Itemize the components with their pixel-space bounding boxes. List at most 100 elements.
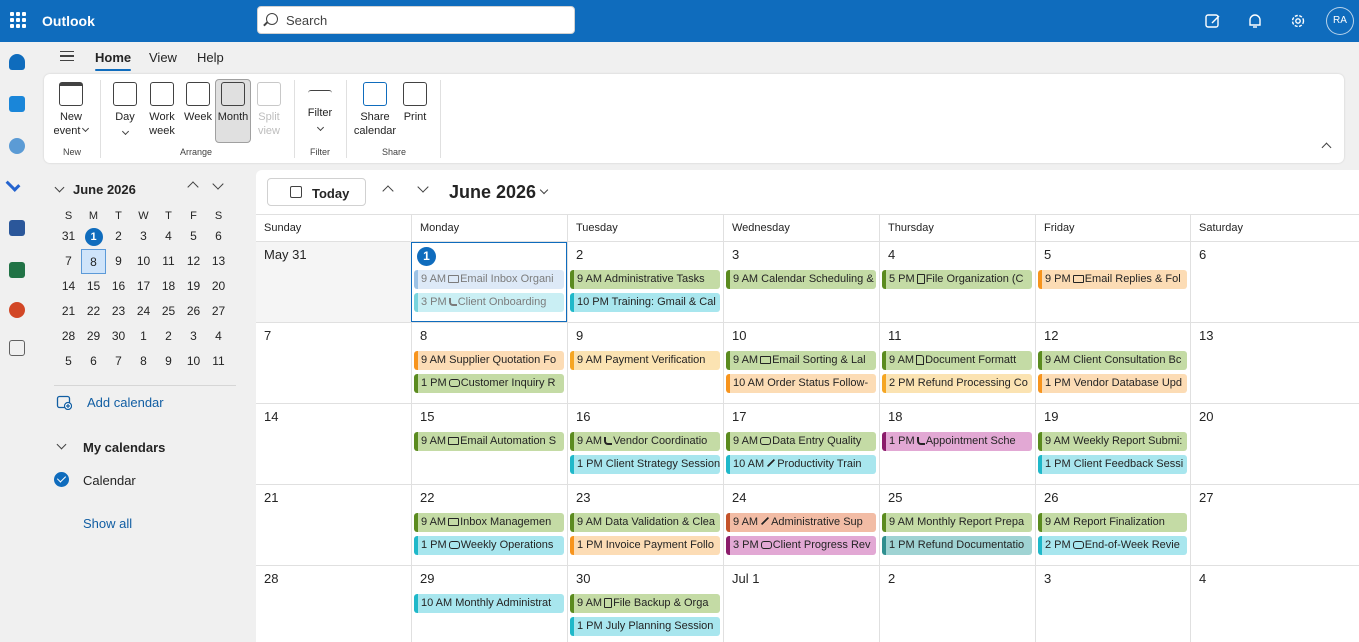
calendar-event[interactable]: 1 PM Weekly Operations <box>414 536 564 555</box>
mini-prev-month-icon[interactable] <box>187 181 199 193</box>
day-cell[interactable]: 21 <box>256 485 411 565</box>
day-cell[interactable]: 2 9 AM Administrative Tasks 10 PM Training… <box>567 242 723 322</box>
gear-icon[interactable] <box>1288 11 1308 31</box>
day-cell[interactable]: 23 9 AM Data Validation & Clea 1 PM Invoic… <box>567 485 723 565</box>
chevron-down-icon[interactable] <box>56 439 67 450</box>
day-cell[interactable]: 15 9 AM Email Automation S <box>411 404 567 484</box>
calendar-event[interactable]: 1 PM Vendor Database Upd <box>1038 374 1187 393</box>
day-cell[interactable]: 11 9 AM Document Formatt 2 PM Refund Proces… <box>879 323 1035 403</box>
mini-day[interactable]: 10 <box>131 249 156 274</box>
tab-help[interactable]: Help <box>197 50 224 65</box>
people-app-icon[interactable] <box>9 138 25 154</box>
day-cell[interactable]: Jul 1 <box>723 566 879 642</box>
calendar-event[interactable]: 9 AM Email Automation S <box>414 432 564 451</box>
day-cell[interactable]: 4 5 PM File Organization (C <box>879 242 1035 322</box>
mini-day[interactable]: 23 <box>106 299 131 324</box>
mini-day[interactable]: 3 <box>181 324 206 349</box>
calendar-event[interactable]: 9 AM Email Sorting & Lal <box>726 351 876 370</box>
day-cell[interactable]: 22 9 AM Inbox Managemen 1 PM Weekly Operatio… <box>411 485 567 565</box>
calendar-event[interactable]: 2 PM Refund Processing Co <box>882 374 1032 393</box>
calendar-event[interactable]: 10 AM Monthly Administrat <box>414 594 564 613</box>
day-cell[interactable]: 18 1 PM Appointment Sche <box>879 404 1035 484</box>
calendar-event[interactable]: 9 AM Administrative Sup <box>726 513 876 532</box>
day-cell[interactable]: 2 <box>879 566 1035 642</box>
calendar-item-label[interactable]: Calendar <box>83 473 136 488</box>
calendar-event[interactable]: 1 PM Appointment Sche <box>882 432 1032 451</box>
filter-button[interactable]: Filter <box>304 80 336 134</box>
my-calendars-heading[interactable]: My calendars <box>83 440 165 455</box>
calendar-event[interactable]: 2 PM End-of-Week Revie <box>1038 536 1187 555</box>
day-cell[interactable]: 7 <box>256 323 411 403</box>
mini-day[interactable]: 19 <box>181 274 206 299</box>
day-view-button[interactable]: Day <box>110 80 140 138</box>
calendar-event[interactable]: 1 PM Client Strategy Session <box>570 455 720 474</box>
mini-day[interactable]: 15 <box>81 274 106 299</box>
calendar-event[interactable]: 9 AM File Backup & Orga <box>570 594 720 613</box>
day-cell[interactable]: 26 9 AM Report Finalization 2 PM End-of-Wee… <box>1035 485 1190 565</box>
calendar-event[interactable]: 9 AM Calendar Scheduling & <box>726 270 876 289</box>
mini-day[interactable]: 26 <box>181 299 206 324</box>
mini-day[interactable]: 18 <box>156 274 181 299</box>
mini-day[interactable]: 11 <box>206 349 231 374</box>
day-cell[interactable]: 29 10 AM Monthly Administrat <box>411 566 567 642</box>
calendar-event[interactable]: 1 PM Client Feedback Sessi <box>1038 455 1187 474</box>
new-event-button[interactable]: New event <box>52 80 90 138</box>
mini-day[interactable]: 7 <box>106 349 131 374</box>
calendar-event[interactable]: 9 AM Data Entry Quality <box>726 432 876 451</box>
calendar-event[interactable]: 9 AM Supplier Quotation Fo <box>414 351 564 370</box>
collapse-ribbon-icon[interactable] <box>1321 142 1332 153</box>
app-launcher-icon[interactable] <box>10 12 26 28</box>
calendar-event[interactable]: 10 AM Productivity Train <box>726 455 876 474</box>
day-cell[interactable]: 12 9 AM Client Consultation Bc 1 PM Vendor… <box>1035 323 1190 403</box>
calendar-event[interactable]: 5 PM File Organization (C <box>882 270 1032 289</box>
day-cell[interactable]: 89 AM Supplier Quotation Fo 1 PM Customer … <box>411 323 567 403</box>
mini-day[interactable]: 6 <box>81 349 106 374</box>
share-calendar-button[interactable]: Share calendar <box>352 80 398 138</box>
add-calendar-link[interactable]: Add calendar <box>87 395 164 410</box>
day-cell[interactable]: 30 9 AM File Backup & Orga 1 PM July Planni… <box>567 566 723 642</box>
calendar-event[interactable]: 9 AM Weekly Report Submi: <box>1038 432 1187 451</box>
mini-day[interactable]: 1 <box>81 224 106 249</box>
mini-day[interactable]: 20 <box>206 274 231 299</box>
mini-next-month-icon[interactable] <box>212 178 224 190</box>
calendar-event[interactable]: 9 AM Monthly Report Prepa <box>882 513 1032 532</box>
day-cell[interactable]: 6 <box>1190 242 1359 322</box>
mini-day[interactable]: 29 <box>81 324 106 349</box>
mini-day[interactable]: 22 <box>81 299 106 324</box>
more-apps-icon[interactable] <box>9 340 25 356</box>
day-cell[interactable]: May 31 <box>256 242 411 322</box>
mini-day[interactable]: 11 <box>156 249 181 274</box>
mini-day[interactable]: 17 <box>131 274 156 299</box>
mini-day[interactable]: 25 <box>156 299 181 324</box>
calendar-event[interactable]: 1 PM Customer Inquiry R <box>414 374 564 393</box>
mini-day[interactable]: 13 <box>206 249 231 274</box>
previous-month-icon[interactable] <box>382 185 394 197</box>
calendar-event[interactable]: 9 AM Administrative Tasks <box>570 270 720 289</box>
calendar-event[interactable]: 9 AM Inbox Managemen <box>414 513 564 532</box>
month-view-button[interactable]: Month <box>215 79 251 143</box>
tab-home[interactable]: Home <box>95 50 132 71</box>
split-view-button[interactable]: Split view <box>255 80 283 138</box>
day-cell[interactable]: 24 9 AM Administrative Sup 3 PM Client Progr… <box>723 485 879 565</box>
day-cell[interactable]: 3 9 AM Calendar Scheduling & <box>723 242 879 322</box>
calendar-event[interactable]: 10 AM Order Status Follow- <box>726 374 876 393</box>
app-title[interactable]: Outlook <box>42 13 95 29</box>
calendar-event[interactable]: 9 AM Email Inbox Organi <box>414 270 564 289</box>
day-cell[interactable]: 25 9 AM Monthly Report Prepa 1 PM Refund D… <box>879 485 1035 565</box>
mini-day[interactable]: 16 <box>106 274 131 299</box>
calendar-event[interactable]: 9 PM Email Replies & Fol <box>1038 270 1187 289</box>
day-cell[interactable]: 1 9 AM Email Inbox Organi 3 PM Client Onboar… <box>411 242 567 322</box>
word-app-icon[interactable] <box>9 220 25 236</box>
mail-app-icon[interactable] <box>9 54 25 70</box>
tab-view[interactable]: View <box>149 50 177 65</box>
mini-day[interactable]: 2 <box>156 324 181 349</box>
day-cell[interactable]: 19 9 AM Weekly Report Submi: 1 PM Client F… <box>1035 404 1190 484</box>
mini-calendar-header[interactable]: June 2026 <box>54 182 136 197</box>
day-cell[interactable]: 20 <box>1190 404 1359 484</box>
month-title[interactable]: June 2026 <box>449 182 536 203</box>
mini-day[interactable]: 1 <box>131 324 156 349</box>
calendar-event[interactable]: 9 AM Report Finalization <box>1038 513 1187 532</box>
day-cell[interactable]: 27 <box>1190 485 1359 565</box>
avatar[interactable]: RA <box>1326 7 1354 35</box>
today-button[interactable]: Today <box>267 178 366 206</box>
